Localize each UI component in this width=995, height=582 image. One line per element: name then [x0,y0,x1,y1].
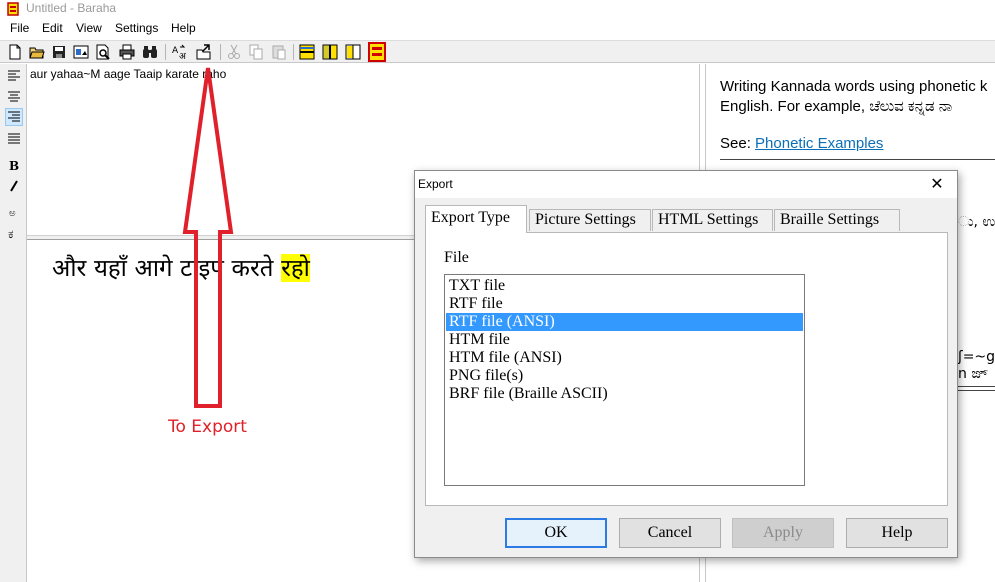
menu-help[interactable]: Help [171,21,196,35]
list-item[interactable]: TXT file [446,277,803,295]
tab-export-type[interactable]: Export Type [425,205,527,233]
horizontal-split-icon[interactable] [299,44,315,60]
svg-text:B: B [9,159,19,173]
italic-icon[interactable] [6,178,22,194]
apply-button[interactable]: Apply [732,518,834,548]
justify-icon[interactable] [6,131,22,147]
list-item[interactable]: RTF file [446,295,803,313]
title-bar: Untitled - Baraha [0,0,995,18]
align-right-icon[interactable] [5,108,23,126]
export-type-panel: File TXT file RTF file RTF file (ANSI) H… [425,232,948,506]
help-fragment: n ಙ್ [958,366,988,382]
highlighted-word: रहो [281,254,310,282]
dialog-title: Export [418,177,453,191]
dialog-title-bar: Export ✕ [415,171,957,198]
svg-text:ಅ: ಅ [9,208,16,219]
file-label: File [444,249,469,266]
convert-icon[interactable]: Aअ [172,44,188,60]
tab-picture-settings[interactable]: Picture Settings [529,209,651,231]
toolbar-separator [293,44,294,60]
export-dialog: Export ✕ Export Type Picture Settings HT… [414,170,958,558]
window-title: Untitled - Baraha [26,1,117,15]
ok-button[interactable]: OK [505,518,607,548]
open-icon[interactable] [29,44,45,60]
red-arrow-annotation [182,67,234,408]
see-label: See: [720,135,756,152]
list-item[interactable]: HTM file (ANSI) [446,349,803,367]
svg-text:अ: अ [179,52,187,60]
menu-view[interactable]: View [76,21,102,35]
format-sidebar: B ಅ ಕ [0,64,27,582]
cancel-button[interactable]: Cancel [619,518,721,548]
toolbar-separator [220,44,221,60]
export-icon[interactable] [196,44,212,60]
baraha-app-icon [7,2,19,16]
bold-icon[interactable]: B [6,157,22,173]
toolbar: Aअ [0,40,995,63]
list-item[interactable]: BRF file (Braille ASCII) [446,385,803,403]
single-pane-icon[interactable] [345,44,361,60]
file-type-listbox[interactable]: TXT file RTF file RTF file (ANSI) HTM fi… [444,274,805,486]
copy-icon[interactable] [248,44,264,60]
print-preview-icon[interactable] [95,44,111,60]
new-file-icon[interactable] [7,44,23,60]
layout-icon[interactable] [368,42,386,62]
save-icon[interactable] [51,44,67,60]
list-item[interactable]: HTM file [446,331,803,349]
vertical-split-icon[interactable] [322,44,338,60]
tab-braille-settings[interactable]: Braille Settings [774,209,900,231]
align-center-icon[interactable] [6,89,22,105]
align-left-icon[interactable] [6,68,22,84]
print-icon[interactable] [119,44,135,60]
svg-text:ಕ: ಕ [8,227,13,241]
list-item[interactable]: PNG file(s) [446,367,803,385]
paste-icon[interactable] [271,44,287,60]
help-fragment: ು, ಉ [958,214,995,230]
export-image-icon[interactable] [73,44,89,60]
kannada-letter-ka-icon[interactable]: ಕ [6,225,22,241]
list-item-selected[interactable]: RTF file (ANSI) [446,313,803,331]
menu-file[interactable]: File [10,21,29,35]
help-line-2: English. For example, ಚೆಲುವ ಕನ್ನಡ ನಾ [720,98,953,115]
help-fragment: ʃ=~g [958,349,995,365]
to-export-label: To Export [168,417,247,437]
phonetic-examples-link[interactable]: Phonetic Examples [755,135,883,152]
kannada-letter-a-icon[interactable]: ಅ [6,204,22,220]
tab-html-settings[interactable]: HTML Settings [652,209,773,231]
help-line-1: Writing Kannada words using phonetic k [720,78,988,95]
toolbar-separator [165,44,166,60]
find-icon[interactable] [142,44,158,60]
help-button[interactable]: Help [846,518,948,548]
menu-edit[interactable]: Edit [42,21,63,35]
menu-bar: File Edit View Settings Help [0,19,995,39]
close-icon[interactable]: ✕ [917,171,957,198]
devanagari-text: और यहाँ आगे टाइप करते [52,254,282,282]
help-divider [720,159,995,160]
svg-text:A: A [172,46,179,56]
cut-icon[interactable] [226,44,242,60]
menu-settings[interactable]: Settings [115,21,158,35]
